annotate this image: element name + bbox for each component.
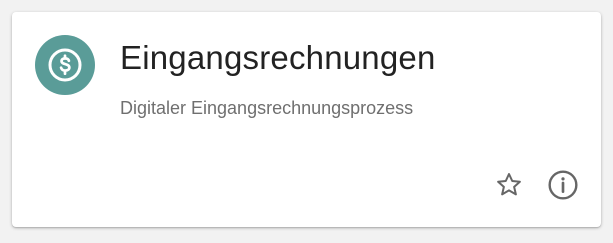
favorite-button[interactable] [493, 169, 525, 201]
dollar-circle-icon [48, 48, 82, 82]
app-card[interactable]: Eingangsrechnungen Digitaler Eingangsrec… [12, 12, 601, 227]
star-outline-icon [497, 173, 521, 196]
card-actions [493, 169, 579, 201]
info-outline-icon [548, 170, 578, 200]
card-subtitle: Digitaler Eingangsrechnungsprozess [120, 98, 414, 118]
info-button[interactable] [547, 169, 579, 201]
card-avatar [35, 35, 95, 95]
card-title: Eingangsrechnungen [120, 39, 436, 76]
